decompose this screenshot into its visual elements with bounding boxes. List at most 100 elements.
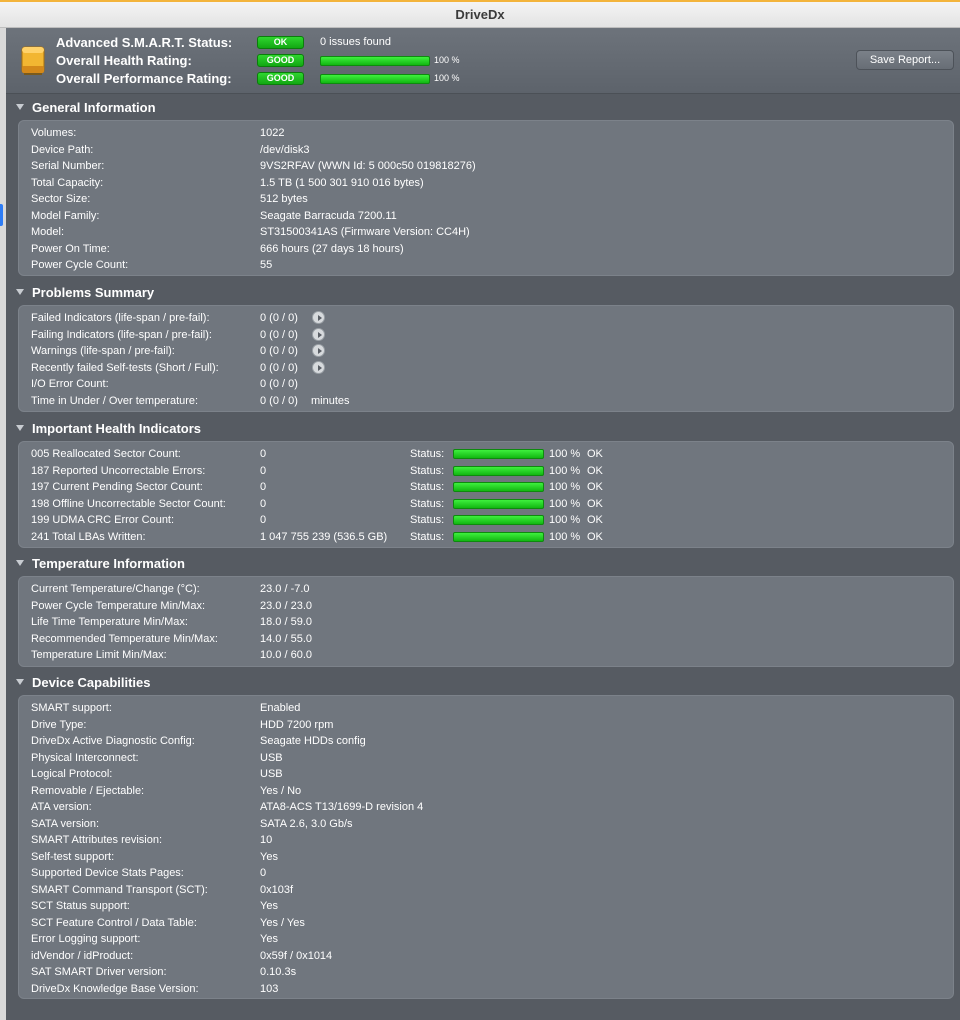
capability-row-value: 103	[260, 982, 279, 995]
section-problems-header[interactable]: Problems Summary	[16, 285, 154, 300]
capability-row: SMART support: Enabled	[31, 700, 941, 716]
health-indicator-row: 199 UDMA CRC Error Count: 0 Status: 100 % OK	[31, 512, 941, 528]
smart-status-label: Advanced S.M.A.R.T. Status:	[56, 35, 233, 50]
general-info-row-label: Power On Time:	[31, 242, 110, 255]
capability-row-label: idVendor / idProduct:	[31, 949, 134, 962]
section-capabilities-header[interactable]: Device Capabilities	[16, 675, 151, 690]
health-status-bar	[453, 515, 544, 525]
performance-rating-badge: GOOD	[257, 72, 304, 85]
general-info-row-label: Total Capacity:	[31, 176, 104, 189]
capability-row: DriveDx Active Diagnostic Config: Seagate…	[31, 733, 941, 749]
save-report-button[interactable]: Save Report...	[856, 50, 954, 70]
health-rating-bar	[320, 56, 430, 66]
performance-rating-percent: 100 %	[434, 73, 460, 83]
temperature-panel: Current Temperature/Change (°C): 23.0 / -…	[18, 576, 954, 667]
capability-row-label: Self-test support:	[31, 850, 115, 863]
general-info-row-label: Power Cycle Count:	[31, 259, 129, 271]
capability-row: Removable / Ejectable: Yes / No	[31, 783, 941, 799]
health-indicator-value: 0	[260, 514, 267, 526]
arrow-circle-right-icon[interactable]	[312, 344, 325, 357]
disclosure-triangle-icon[interactable]	[16, 425, 24, 431]
capability-row-label: SCT Status support:	[31, 900, 130, 912]
health-indicator-label: 198 Offline Uncorrectable Sector Count:	[31, 497, 226, 510]
general-info-row-label: Model:	[31, 226, 65, 238]
disclosure-triangle-icon[interactable]	[16, 560, 24, 566]
health-status-text: OK	[587, 481, 603, 493]
temperature-row: Life Time Temperature Min/Max: 18.0 / 59.…	[31, 614, 941, 630]
health-status-percent: 100 %	[549, 448, 581, 460]
problem-row-label: Failing Indicators (life-span / pre-fail…	[31, 328, 212, 341]
health-indicator-value: 0	[260, 448, 267, 460]
general-info-row-value: 666 hours (27 days 18 hours)	[260, 242, 404, 255]
health-indicator-value: 0	[260, 497, 267, 510]
capability-row-value: 0	[260, 867, 267, 879]
capability-row-value: SATA 2.6, 3.0 Gb/s	[260, 817, 353, 830]
health-status-percent: 100 %	[549, 464, 581, 477]
capability-row-value: HDD 7200 rpm	[260, 718, 334, 731]
health-indicator-label: 005 Reallocated Sector Count:	[31, 448, 181, 460]
health-status-label: Status:	[410, 448, 445, 460]
problem-row: Warnings (life-span / pre-fail): 0 (0 / 0…	[31, 343, 941, 359]
sidebar-selection-marker	[0, 204, 3, 226]
capability-row-value: Enabled	[260, 702, 301, 714]
capability-row: DriveDx Knowledge Base Version: 103	[31, 981, 941, 997]
health-status-bar	[453, 449, 544, 459]
general-info-row: Model Family: Seagate Barracuda 7200.11	[31, 208, 941, 224]
problem-row-value: 0 (0 / 0)	[260, 310, 325, 326]
capability-row-label: SMART support:	[31, 702, 112, 714]
health-status-bar	[453, 498, 544, 509]
performance-rating-bar	[320, 74, 430, 84]
health-status-bar	[453, 482, 544, 492]
arrow-circle-right-icon[interactable]	[312, 360, 325, 374]
performance-rating-label: Overall Performance Rating:	[56, 71, 232, 86]
section-health-header[interactable]: Important Health Indicators	[16, 421, 201, 436]
capability-row-value: 0.10.3s	[260, 966, 297, 978]
capability-row-label: DriveDx Active Diagnostic Config:	[31, 735, 195, 747]
capability-row: SAT SMART Driver version: 0.10.3s	[31, 964, 941, 980]
capability-row-label: Error Logging support:	[31, 933, 141, 945]
temperature-row-label: Life Time Temperature Min/Max:	[31, 616, 188, 628]
capability-row-label: Drive Type:	[31, 718, 87, 731]
arrow-circle-right-icon[interactable]	[312, 327, 325, 341]
capability-row-value: 10	[260, 834, 273, 846]
disclosure-triangle-icon[interactable]	[16, 104, 24, 110]
general-info-row-value: Seagate Barracuda 7200.11	[260, 209, 397, 222]
general-info-row: Model: ST31500341AS (Firmware Version: CC…	[31, 224, 941, 240]
health-status-percent: 100 %	[549, 481, 581, 493]
capability-row-label: SCT Feature Control / Data Table:	[31, 916, 197, 929]
health-status-text: OK	[587, 497, 603, 510]
health-indicator-value: 0	[260, 481, 267, 493]
capability-row: SCT Feature Control / Data Table: Yes / Y…	[31, 915, 941, 931]
capability-row-value: Yes	[260, 850, 278, 863]
capability-row-value: Yes	[260, 900, 278, 912]
temperature-row-value: 10.0 / 60.0	[260, 649, 312, 661]
capability-row-value: Yes	[260, 933, 278, 945]
disclosure-triangle-icon[interactable]	[16, 289, 24, 295]
capability-row: SMART Attributes revision: 10	[31, 832, 941, 848]
arrow-circle-right-icon[interactable]	[312, 311, 325, 324]
health-indicator-value: 0	[260, 464, 267, 477]
temperature-row-value: 14.0 / 55.0	[260, 632, 312, 645]
problem-row-label: I/O Error Count:	[31, 378, 109, 390]
problem-row: Recently failed Self-tests (Short / Full…	[31, 360, 941, 376]
device-capabilities-panel: SMART support: Enabled Drive Type: HDD 7200…	[18, 695, 954, 999]
general-info-row-value: 9VS2RFAV (WWN Id: 5 000c50 019818276)	[260, 160, 476, 172]
section-temperature-header[interactable]: Temperature Information	[16, 556, 185, 571]
general-info-panel: Volumes: 1022 Device Path: /dev/disk3 Serial…	[18, 120, 954, 276]
problem-row-label: Recently failed Self-tests (Short / Full…	[31, 361, 219, 374]
temperature-row-label: Recommended Temperature Min/Max:	[31, 632, 218, 645]
section-general-header[interactable]: General Information	[16, 100, 156, 115]
temperature-row-label: Current Temperature/Change (°C):	[31, 583, 200, 595]
disclosure-triangle-icon[interactable]	[16, 679, 24, 685]
smart-status-text: 0 issues found	[320, 36, 391, 48]
health-status-label: Status:	[410, 514, 445, 526]
capability-row: Error Logging support: Yes	[31, 931, 941, 947]
health-indicator-label: 241 Total LBAs Written:	[31, 530, 146, 543]
health-rating-badge: GOOD	[257, 54, 304, 67]
temperature-row-label: Power Cycle Temperature Min/Max:	[31, 599, 206, 612]
problem-row-label: Failed Indicators (life-span / pre-fail)…	[31, 312, 210, 324]
health-indicator-row: 198 Offline Uncorrectable Sector Count: 0…	[31, 496, 941, 512]
health-indicator-label: 197 Current Pending Sector Count:	[31, 481, 203, 493]
health-status-text: OK	[587, 530, 603, 543]
general-info-row-label: Device Path:	[31, 143, 94, 156]
